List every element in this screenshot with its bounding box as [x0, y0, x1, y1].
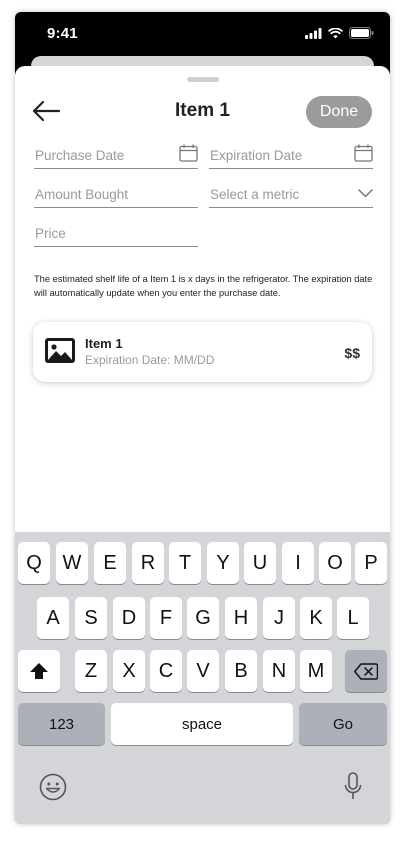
- key-v[interactable]: V: [187, 650, 219, 692]
- wifi-icon: [328, 27, 343, 38]
- item-name: Item 1: [85, 336, 123, 351]
- emoji-icon[interactable]: [39, 773, 67, 801]
- key-g[interactable]: G: [187, 597, 219, 639]
- key-f[interactable]: F: [150, 597, 182, 639]
- price-field[interactable]: Price: [34, 220, 198, 247]
- key-o[interactable]: O: [319, 542, 351, 584]
- key-l[interactable]: L: [337, 597, 369, 639]
- microphone-icon[interactable]: [344, 772, 362, 802]
- key-n[interactable]: N: [263, 650, 295, 692]
- sheet-grabber[interactable]: [187, 77, 219, 82]
- metric-placeholder: Select a metric: [210, 187, 300, 202]
- numbers-key[interactable]: 123: [18, 703, 105, 745]
- phone-frame: 9:41 Item 1 Done Purchase Date Expiratio…: [15, 12, 390, 824]
- purchase-date-field[interactable]: Purchase Date: [34, 142, 198, 169]
- key-a[interactable]: A: [37, 597, 69, 639]
- price-placeholder: Price: [35, 226, 66, 241]
- image-icon: [45, 338, 75, 363]
- key-k[interactable]: K: [300, 597, 332, 639]
- back-arrow-icon: [32, 100, 61, 122]
- key-x[interactable]: X: [113, 650, 145, 692]
- key-z[interactable]: Z: [75, 650, 107, 692]
- shelf-life-note: The estimated shelf life of a Item 1 is …: [34, 274, 373, 298]
- key-t[interactable]: T: [169, 542, 201, 584]
- shift-key[interactable]: [18, 650, 60, 692]
- backspace-icon: [354, 662, 378, 680]
- key-y[interactable]: Y: [207, 542, 239, 584]
- go-key[interactable]: Go: [299, 703, 387, 745]
- status-icons: [305, 27, 374, 39]
- key-m[interactable]: M: [300, 650, 332, 692]
- key-u[interactable]: U: [244, 542, 276, 584]
- key-i[interactable]: I: [282, 542, 314, 584]
- expiration-date-field[interactable]: Expiration Date: [209, 142, 373, 169]
- purchase-date-placeholder: Purchase Date: [35, 148, 125, 163]
- key-q[interactable]: Q: [18, 542, 50, 584]
- key-e[interactable]: E: [94, 542, 126, 584]
- key-b[interactable]: B: [225, 650, 257, 692]
- key-p[interactable]: P: [355, 542, 387, 584]
- key-w[interactable]: W: [56, 542, 88, 584]
- key-d[interactable]: D: [113, 597, 145, 639]
- backspace-key[interactable]: [345, 650, 387, 692]
- key-j[interactable]: J: [263, 597, 295, 639]
- key-c[interactable]: C: [150, 650, 182, 692]
- key-h[interactable]: H: [225, 597, 257, 639]
- expiration-date-placeholder: Expiration Date: [210, 148, 303, 163]
- metric-select[interactable]: Select a metric: [209, 181, 373, 208]
- status-time: 9:41: [47, 25, 78, 42]
- item-expiration: Expiration Date: MM/DD: [85, 353, 215, 367]
- signal-icon: [305, 27, 322, 39]
- done-button[interactable]: Done: [306, 96, 372, 128]
- key-r[interactable]: R: [132, 542, 164, 584]
- back-button[interactable]: [31, 99, 63, 123]
- amount-bought-field[interactable]: Amount Bought: [34, 181, 198, 208]
- item-card[interactable]: Item 1 Expiration Date: MM/DD $$: [33, 322, 372, 382]
- status-bar: 9:41: [15, 12, 390, 56]
- keyboard: Q W E R T Y U I O P A S D F G H J K L Z …: [15, 532, 390, 824]
- item-price: $$: [344, 345, 360, 361]
- key-s[interactable]: S: [75, 597, 107, 639]
- amount-bought-placeholder: Amount Bought: [35, 187, 129, 202]
- space-key[interactable]: space: [111, 703, 293, 745]
- calendar-icon[interactable]: [354, 144, 373, 162]
- shift-icon: [30, 663, 48, 679]
- chevron-down-icon: [358, 189, 373, 198]
- battery-icon: [349, 27, 374, 39]
- calendar-icon[interactable]: [179, 144, 198, 162]
